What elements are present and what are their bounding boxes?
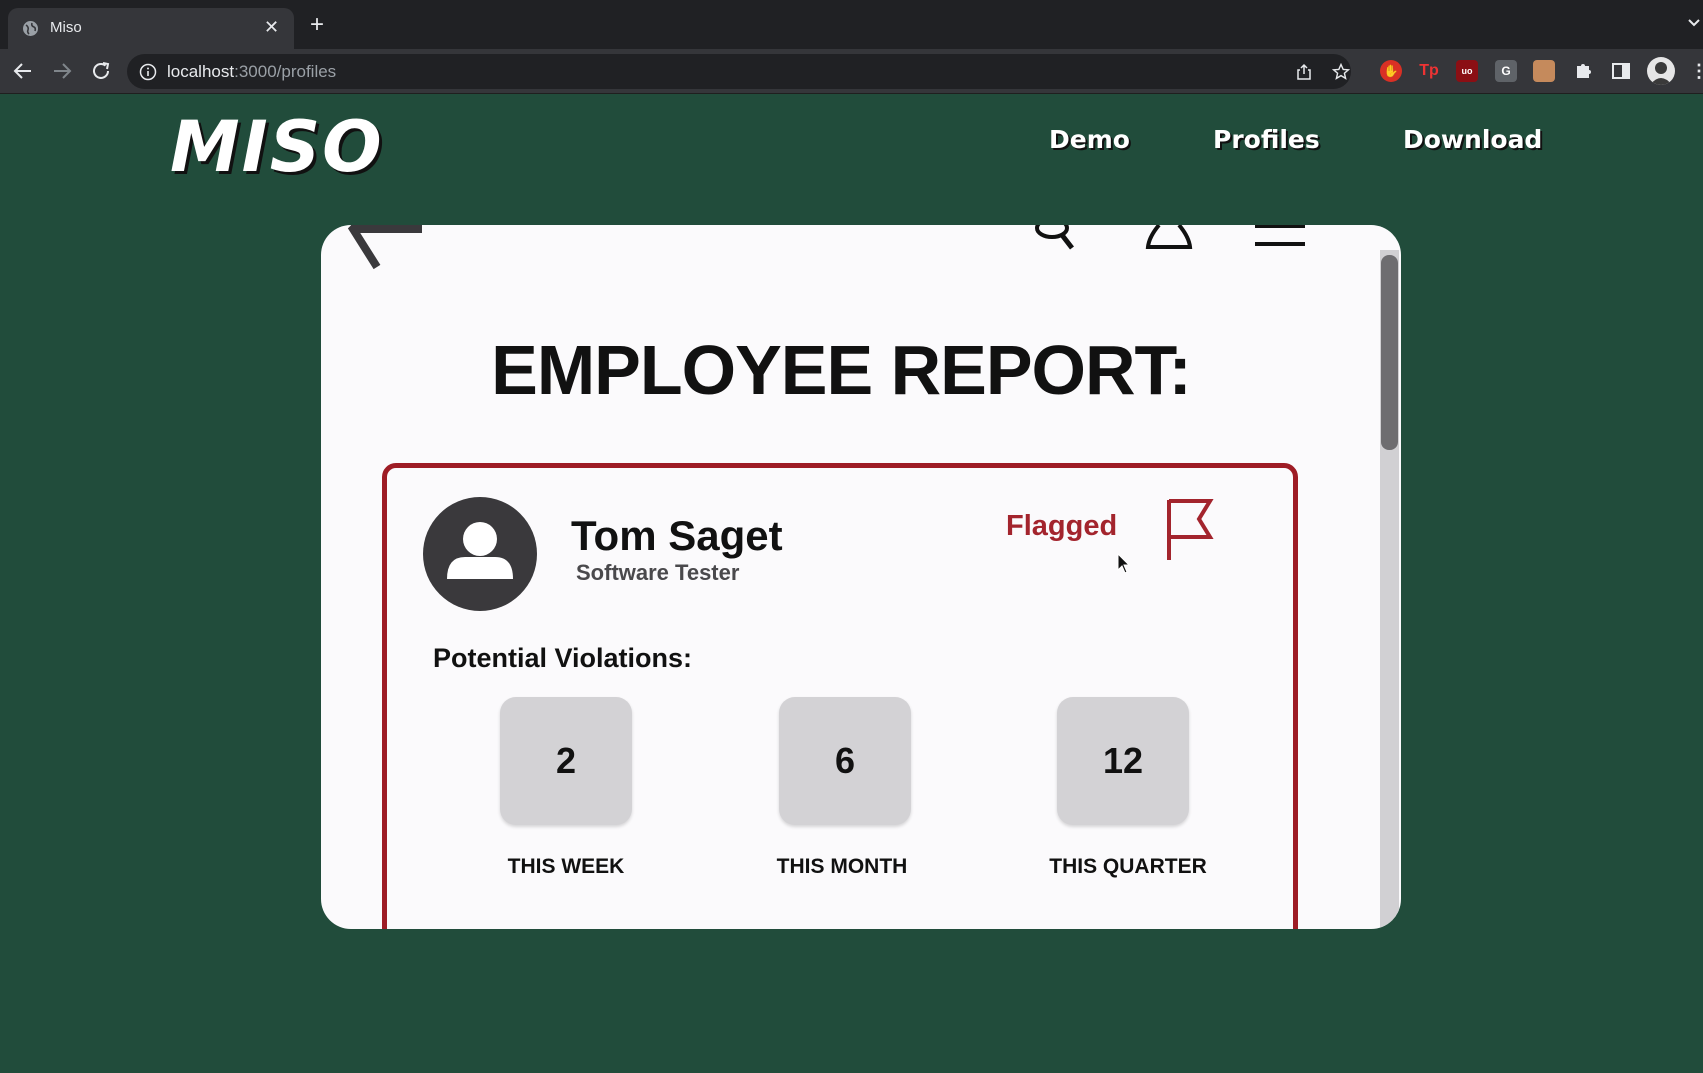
puzzle-extensions-icon[interactable] — [1572, 60, 1594, 82]
globe-icon — [23, 21, 38, 36]
reload-icon[interactable] — [89, 59, 113, 83]
extension-g-icon[interactable]: G — [1495, 60, 1517, 82]
stat-month-value: 6 — [779, 697, 911, 825]
back-arrow-icon[interactable] — [11, 59, 35, 83]
share-icon[interactable] — [1295, 63, 1313, 81]
user-icon[interactable] — [1145, 225, 1193, 251]
employee-avatar — [423, 497, 537, 611]
profile-avatar[interactable] — [1647, 57, 1675, 85]
nav-link-profiles[interactable]: Profiles — [1213, 125, 1320, 154]
extension-red-hand-icon[interactable]: ✋ — [1380, 60, 1402, 82]
person-icon — [447, 522, 513, 579]
more-menu-icon[interactable]: ⋮ — [1688, 60, 1703, 82]
employee-role: Software Tester — [576, 560, 740, 585]
side-panel-icon[interactable] — [1610, 60, 1632, 82]
extension-tp-icon[interactable]: Tp — [1418, 60, 1440, 82]
chevron-down-icon[interactable] — [1688, 18, 1700, 28]
employee-name: Tom Saget — [571, 512, 783, 559]
stat-quarter-value: 12 — [1057, 697, 1189, 825]
search-icon[interactable] — [1032, 225, 1084, 251]
app-mockup-frame: EMPLOYEE REPORT: Tom Saget Software Test… — [321, 225, 1401, 929]
flagged-status-label: Flagged — [1006, 510, 1118, 542]
extension-ublock-icon[interactable]: uo — [1456, 60, 1478, 82]
nav-link-download[interactable]: Download — [1403, 125, 1542, 154]
employee-card: Tom Saget Software Tester Flagged Potent… — [382, 463, 1298, 929]
address-bar[interactable]: localhost:3000/profiles — [127, 54, 1351, 89]
scrollbar-thumb[interactable] — [1381, 255, 1398, 450]
stat-week-label: THIS WEEK — [507, 855, 625, 878]
url-text: localhost:3000/profiles — [167, 62, 337, 81]
mouse-cursor-icon — [1117, 553, 1131, 574]
profile-avatar-icon — [1650, 62, 1672, 85]
potential-violations-label: Potential Violations: — [433, 643, 693, 673]
site-logo[interactable]: MISO — [170, 106, 384, 188]
browser-tabbar: Miso ✕ + — [0, 0, 1703, 49]
info-icon[interactable] — [139, 63, 157, 81]
browser-toolbar: localhost:3000/profiles ✋ Tp uo G ⋮ — [0, 49, 1703, 94]
browser-tab[interactable]: Miso ✕ — [8, 8, 294, 49]
stat-week-value: 2 — [500, 697, 632, 825]
stat-month-label: THIS MONTH — [776, 855, 908, 878]
forward-arrow-icon[interactable] — [50, 59, 74, 83]
flag-icon[interactable] — [1166, 497, 1216, 563]
bookmark-star-icon[interactable] — [1332, 63, 1350, 81]
nav-link-demo[interactable]: Demo — [1049, 125, 1130, 154]
report-title: EMPLOYEE REPORT: — [491, 331, 1192, 409]
extension-pixel-icon[interactable] — [1533, 60, 1555, 82]
stat-quarter-label: THIS QUARTER — [1049, 855, 1207, 878]
hamburger-menu-icon[interactable] — [1255, 225, 1307, 249]
new-tab-icon[interactable]: + — [310, 13, 324, 37]
tab-title: Miso — [50, 19, 82, 36]
back-arrow-icon[interactable] — [347, 225, 427, 270]
close-tab-icon[interactable]: ✕ — [264, 17, 279, 37]
